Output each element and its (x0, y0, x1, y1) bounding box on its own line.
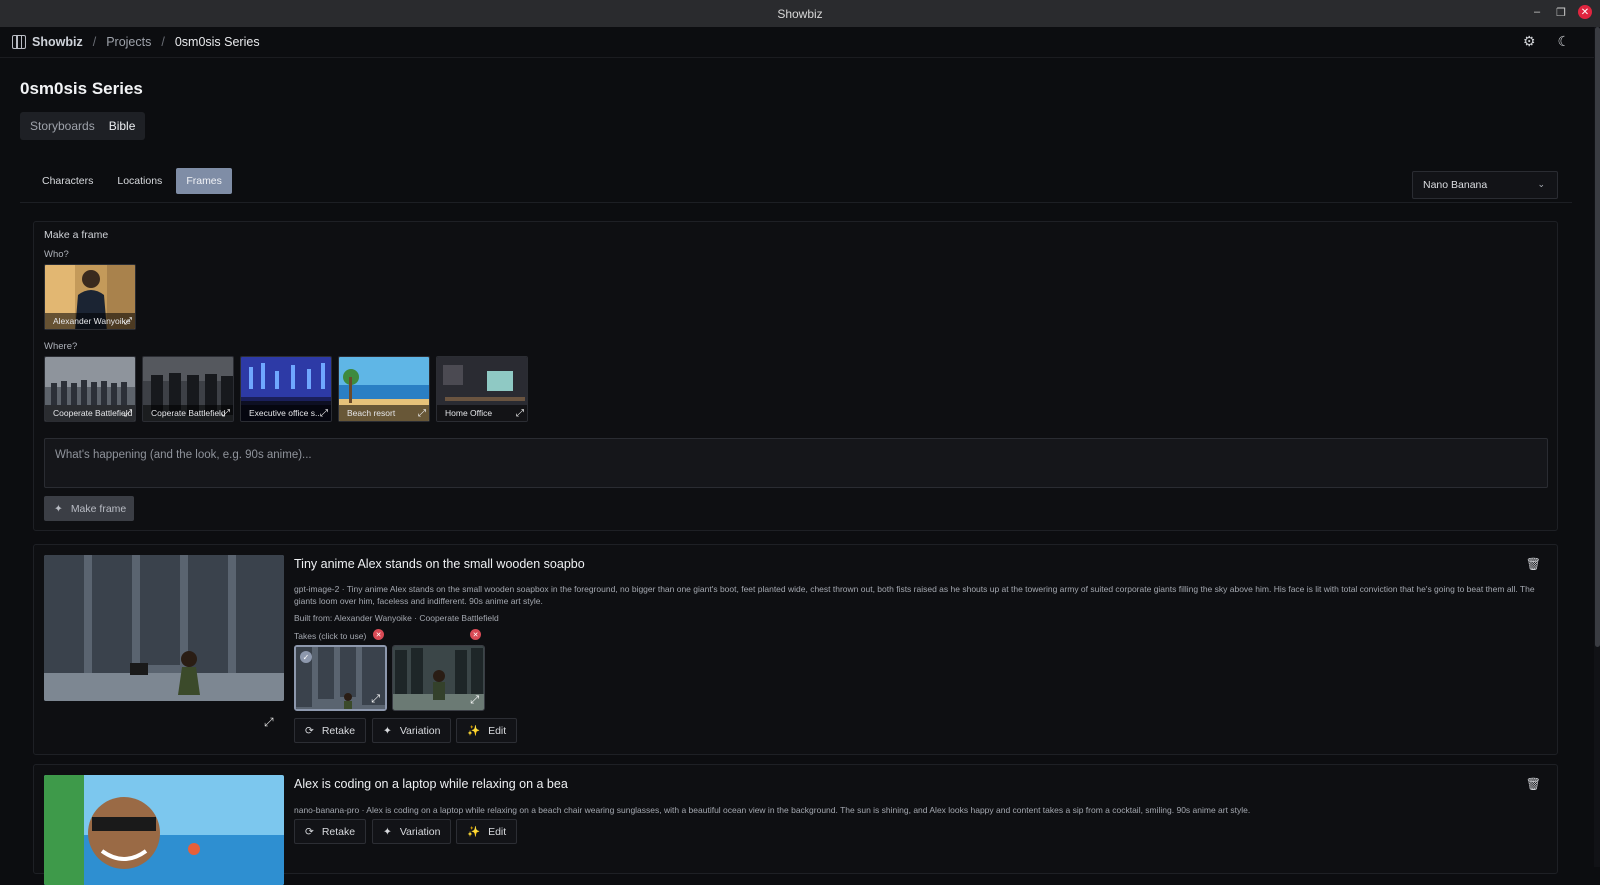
location-name: Home Office (437, 405, 527, 421)
scrollbar-thumb[interactable] (1595, 27, 1600, 647)
trash-icon[interactable]: 🗑 (1526, 777, 1541, 791)
expand-icon[interactable]: ⤢ (124, 316, 132, 327)
expand-icon[interactable]: ⤢ (320, 408, 328, 419)
make-frame-label: Make frame (70, 502, 127, 515)
frame-title: Tiny anime Alex stands on the small wood… (294, 557, 585, 571)
breadcrumb: Showbiz / Projects / 0sm0sis Series ⚙ ☾ (0, 27, 1594, 58)
sub-tabs: Characters Locations Frames (32, 168, 232, 194)
frame-artwork (44, 775, 284, 885)
gear-icon[interactable]: ⚙ (1523, 33, 1536, 50)
window-title: Showbiz (777, 6, 823, 21)
variation-button[interactable]: ✦ Variation (372, 718, 452, 743)
make-frame-panel: Make a frame Who? Alexander Wanyoike ⤢ W… (33, 221, 1558, 531)
film-icon (12, 35, 26, 49)
character-thumb[interactable]: Alexander Wanyoike ⤢ (44, 264, 136, 330)
sparkles-icon: ✦ (54, 502, 63, 515)
prompt-input[interactable]: What's happening (and the look, e.g. 90s… (44, 438, 1548, 488)
location-thumb[interactable]: Beach resort ⤢ (338, 356, 430, 422)
edit-button[interactable]: ✨ Edit (456, 718, 518, 743)
expand-icon[interactable]: ⤢ (418, 408, 426, 419)
variation-label: Variation (399, 724, 441, 737)
variation-label: Variation (399, 825, 441, 838)
delete-take-icon[interactable]: ✕ (373, 629, 384, 640)
retake-label: Retake (321, 825, 356, 838)
frame-image[interactable] (44, 555, 284, 701)
location-thumb[interactable]: Executive office s... ⤢ (240, 356, 332, 422)
location-name: Beach resort (339, 405, 429, 421)
location-name: Executive office s... (241, 405, 331, 421)
close-icon[interactable]: ✕ (1578, 5, 1592, 19)
wand-icon: ✨ (467, 725, 481, 737)
edit-label: Edit (488, 825, 507, 838)
refresh-icon: ⟳ (305, 724, 314, 737)
model-select-value: Nano Banana (1423, 179, 1488, 191)
frame-title: Alex is coding on a laptop while relaxin… (294, 777, 568, 791)
frame-description: gpt-image-2 · Tiny anime Alex stands on … (294, 584, 1535, 606)
wand-icon: ✨ (467, 826, 481, 838)
take-thumb[interactable]: ⤢ (392, 645, 485, 711)
make-frame-heading: Make a frame (44, 229, 109, 241)
retake-button[interactable]: ⟳ Retake (294, 819, 367, 844)
take-thumb[interactable]: ✓ ⤢ (294, 645, 387, 711)
prompt-placeholder: What's happening (and the look, e.g. 90s… (55, 449, 312, 461)
breadcrumb-separator: / (161, 35, 165, 49)
retake-label: Retake (321, 724, 356, 737)
page-title: 0sm0sis Series (20, 79, 143, 98)
tab-locations[interactable]: Locations (107, 168, 172, 194)
window-titlebar: Showbiz – ❐ ✕ (0, 0, 1600, 27)
who-label: Who? (44, 249, 69, 260)
tab-characters[interactable]: Characters (32, 168, 103, 194)
minimize-icon[interactable]: – (1530, 5, 1544, 19)
sparkles-icon: ✦ (383, 825, 392, 838)
location-thumb[interactable]: Home Office ⤢ (436, 356, 528, 422)
expand-icon[interactable]: ⤢ (264, 715, 274, 730)
built-from: Built from: Alexander Wanyoike · Coopera… (294, 613, 499, 623)
make-frame-button[interactable]: ✦ Make frame (44, 496, 134, 521)
location-name: Cooperate Battlefield (45, 405, 135, 421)
frame-card: Alex is coding on a laptop while relaxin… (33, 764, 1558, 885)
frame-image[interactable] (44, 775, 284, 885)
divider (20, 202, 1572, 203)
frame-artwork (44, 555, 284, 701)
trash-icon[interactable]: 🗑 (1526, 557, 1541, 571)
maximize-icon[interactable]: ❐ (1554, 5, 1568, 19)
expand-icon[interactable]: ⤢ (470, 694, 479, 707)
expand-icon[interactable]: ⤢ (516, 408, 524, 419)
retake-button[interactable]: ⟳ Retake (294, 718, 367, 743)
frame-description: nano-banana-pro · Alex is coding on a la… (294, 805, 1251, 815)
where-label: Where? (44, 341, 78, 352)
breadcrumb-projects[interactable]: Projects (106, 35, 151, 49)
edit-label: Edit (488, 724, 507, 737)
expand-icon[interactable]: ⤢ (371, 693, 380, 706)
tab-storyboards[interactable]: Storyboards (30, 119, 95, 133)
mode-tabs: Storyboards Bible (20, 112, 146, 140)
tab-frames[interactable]: Frames (176, 168, 232, 194)
location-thumb[interactable]: Coperate Battlefield ⤢ (142, 356, 234, 422)
location-thumb[interactable]: Cooperate Battlefield ⤢ (44, 356, 136, 422)
breadcrumb-current: 0sm0sis Series (174, 35, 260, 49)
window-controls: – ❐ ✕ (1530, 5, 1592, 19)
model-select[interactable]: Nano Banana ⌄ (1412, 171, 1558, 199)
breadcrumb-app[interactable]: Showbiz (32, 35, 83, 49)
variation-button[interactable]: ✦ Variation (372, 819, 452, 844)
takes-label: Takes (click to use) (294, 631, 367, 641)
character-name: Alexander Wanyoike (45, 313, 135, 329)
check-icon: ✓ (300, 651, 312, 663)
tab-bible[interactable]: Bible (109, 119, 136, 133)
expand-icon[interactable]: ⤢ (124, 408, 132, 419)
breadcrumb-separator: / (92, 35, 97, 49)
moon-icon[interactable]: ☾ (1557, 33, 1570, 50)
edit-button[interactable]: ✨ Edit (456, 819, 518, 844)
refresh-icon: ⟳ (305, 825, 314, 838)
location-name: Coperate Battlefield (143, 405, 233, 421)
scrollbar[interactable] (1594, 27, 1600, 867)
expand-icon[interactable]: ⤢ (222, 408, 230, 419)
sparkles-icon: ✦ (383, 724, 392, 737)
delete-take-icon[interactable]: ✕ (470, 629, 481, 640)
frame-card: ⤢ Tiny anime Alex stands on the small wo… (33, 544, 1558, 755)
chevron-down-icon: ⌄ (1537, 179, 1545, 189)
